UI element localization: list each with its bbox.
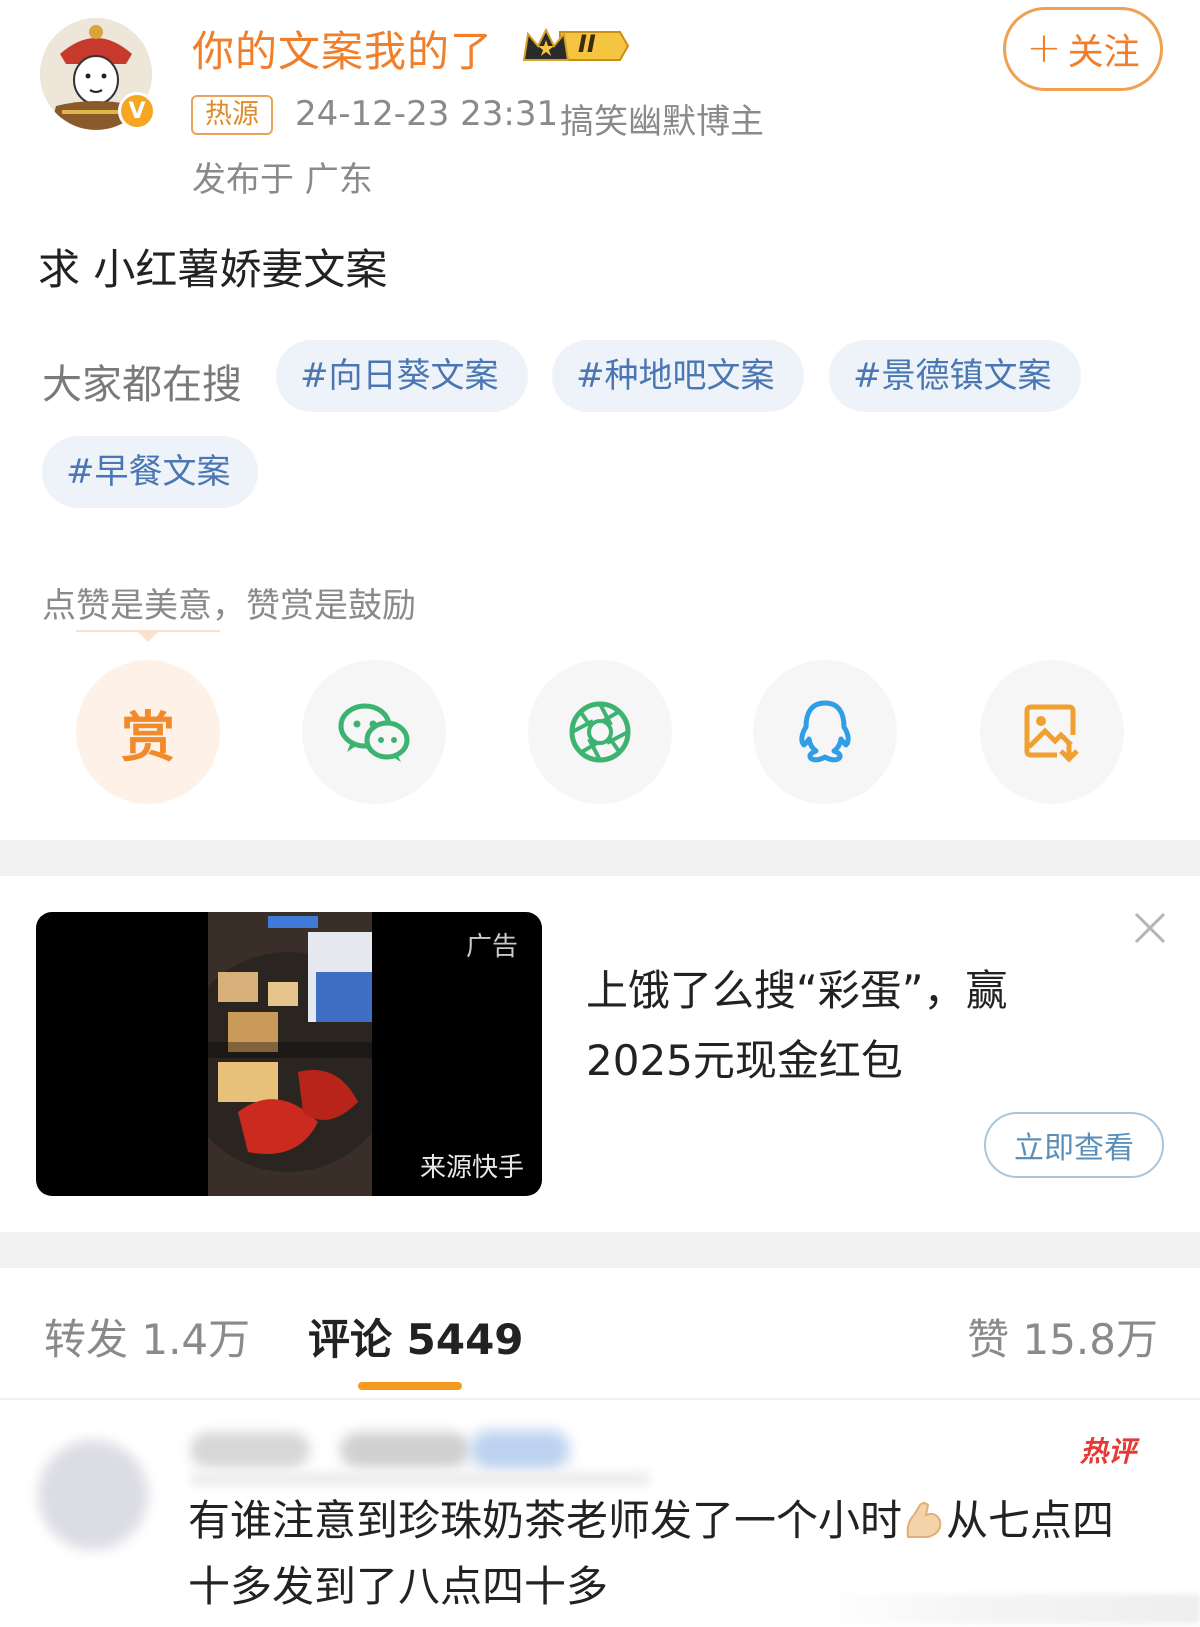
follow-label: 关注 <box>1067 32 1140 73</box>
moments-icon <box>569 701 631 763</box>
hint-pointer-icon <box>138 632 158 642</box>
tab-like[interactable]: 赞 15.8万 <box>967 1306 1158 1367</box>
post-location: 发布于 广东 <box>192 160 373 200</box>
hot-source-tag: 热源 <box>191 95 273 135</box>
search-chip[interactable]: #早餐文案 <box>42 436 258 508</box>
close-ad-icon[interactable] <box>1130 908 1170 948</box>
section-divider <box>0 1232 1200 1268</box>
share-wechat-button[interactable] <box>302 660 446 804</box>
ad-view-button[interactable]: 立即查看 <box>984 1112 1164 1178</box>
author-role: 搞笑幽默博主 <box>560 102 764 142</box>
tab-comment[interactable]: 评论 5449 <box>308 1306 524 1367</box>
food-image-icon <box>208 912 372 1196</box>
reward-icon: 赏 <box>121 705 175 769</box>
save-image-icon <box>1024 704 1079 763</box>
plus-icon: + <box>1026 22 1062 72</box>
search-chip[interactable]: #向日葵文案 <box>276 340 528 412</box>
ad-source: 来源快手 <box>419 1153 524 1183</box>
commenter-avatar[interactable] <box>38 1440 148 1550</box>
ad-video-thumbnail[interactable]: 广告 来源快手 <box>36 912 542 1196</box>
commenter-badge-blurred <box>340 1432 470 1468</box>
reward-hint: 点赞是美意，赞赏是鼓励 <box>42 586 416 626</box>
ad-title[interactable]: 上饿了么搜“彩蛋”，赢2025元现金红包 <box>586 956 1066 1096</box>
verified-badge-icon: V <box>118 92 156 130</box>
vip-crown-badge-icon[interactable] <box>520 24 632 68</box>
ad-label: 广告 <box>465 932 518 962</box>
search-chip[interactable]: #景德镇文案 <box>829 340 1081 412</box>
follow-button[interactable]: + 关注 <box>1003 7 1163 91</box>
vip-level-text: II <box>578 30 596 58</box>
wechat-icon <box>338 703 410 762</box>
post-time: 24-12-23 23:31 <box>295 94 559 134</box>
trending-search-label: 大家都在搜 <box>42 362 242 408</box>
commenter-name-blurred <box>190 1432 310 1468</box>
hot-comment-badge: 热评 <box>1080 1435 1137 1468</box>
author-name[interactable]: 你的文案我的了 <box>192 18 493 79</box>
commenter-meta-blurred <box>190 1472 650 1486</box>
comment-text-part1: 有谁注意到珍珠奶茶老师发了一个小时 <box>188 1496 903 1545</box>
active-tab-indicator <box>358 1382 462 1390</box>
qq-icon <box>799 700 851 763</box>
commenter-tag-blurred <box>470 1430 570 1470</box>
share-moments-button[interactable] <box>528 660 672 804</box>
flexed-biceps-icon <box>902 1494 946 1538</box>
tabs-divider <box>0 1398 1200 1400</box>
share-qq-button[interactable] <box>753 660 897 804</box>
tab-repost[interactable]: 转发 1.4万 <box>44 1306 250 1367</box>
search-chip[interactable]: #种地吧文案 <box>552 340 804 412</box>
save-image-button[interactable] <box>980 660 1124 804</box>
reward-button[interactable]: 赏 <box>76 660 220 804</box>
section-divider <box>0 840 1200 876</box>
post-text: 求 小红薯娇妻文案 <box>38 245 388 294</box>
comment-fade-overlay <box>820 1594 1200 1624</box>
